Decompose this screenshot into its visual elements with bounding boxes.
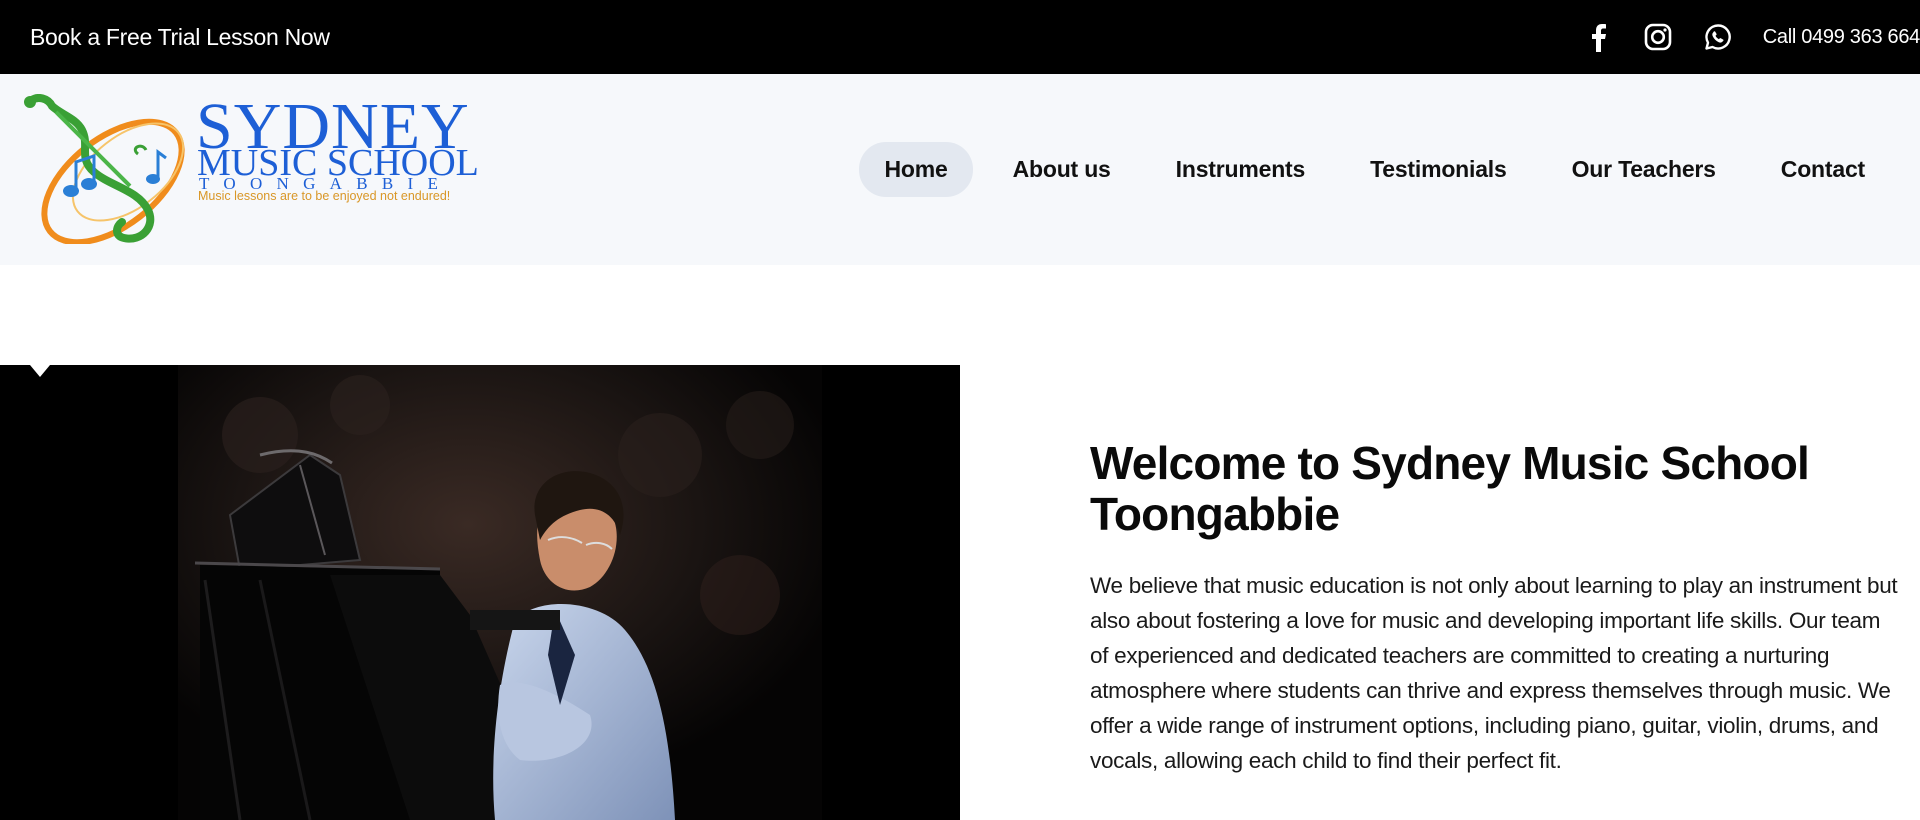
hero-image-piano-student — [0, 365, 960, 820]
instagram-icon[interactable] — [1643, 22, 1673, 52]
welcome-body-text: We believe that music education is not o… — [1090, 573, 1898, 773]
welcome-heading-line1: Welcome to Sydney Music School — [1090, 437, 1810, 489]
facebook-icon[interactable] — [1583, 22, 1613, 52]
nav-item-testimonials[interactable]: Testimonials — [1345, 142, 1532, 197]
welcome-heading: Welcome to Sydney Music School Toongabbi… — [1090, 438, 1890, 540]
site-logo[interactable]: SYDNEY MUSIC SCHOOL TOONGABBIE Music les… — [18, 94, 498, 244]
whatsapp-icon[interactable] — [1703, 22, 1733, 52]
free-trial-link[interactable]: Book a Free Trial Lesson Now — [30, 0, 330, 74]
top-bar: Book a Free Trial Lesson Now Call 0499 3… — [0, 0, 1920, 74]
social-links: Call 0499 363 664 — [1583, 0, 1920, 74]
welcome-section: Welcome to Sydney Music School Toongabbi… — [1090, 438, 1898, 778]
phone-link[interactable]: Call 0499 363 664 — [1763, 26, 1920, 49]
nav-item-instruments[interactable]: Instruments — [1151, 142, 1330, 197]
welcome-heading-line2: Toongabbie — [1090, 488, 1340, 540]
violin-emblem-icon — [24, 94, 185, 244]
nav-item-about-us[interactable]: About us — [988, 142, 1136, 197]
nav-item-home[interactable]: Home — [859, 142, 973, 197]
nav-item-contact[interactable]: Contact — [1756, 142, 1890, 197]
main-nav: Home About us Instruments Testimonials O… — [844, 142, 1890, 197]
logo-tagline: Music lessons are to be enjoyed not endu… — [198, 189, 451, 203]
site-header: SYDNEY MUSIC SCHOOL TOONGABBIE Music les… — [0, 74, 1920, 265]
nav-item-our-teachers[interactable]: Our Teachers — [1547, 142, 1741, 197]
